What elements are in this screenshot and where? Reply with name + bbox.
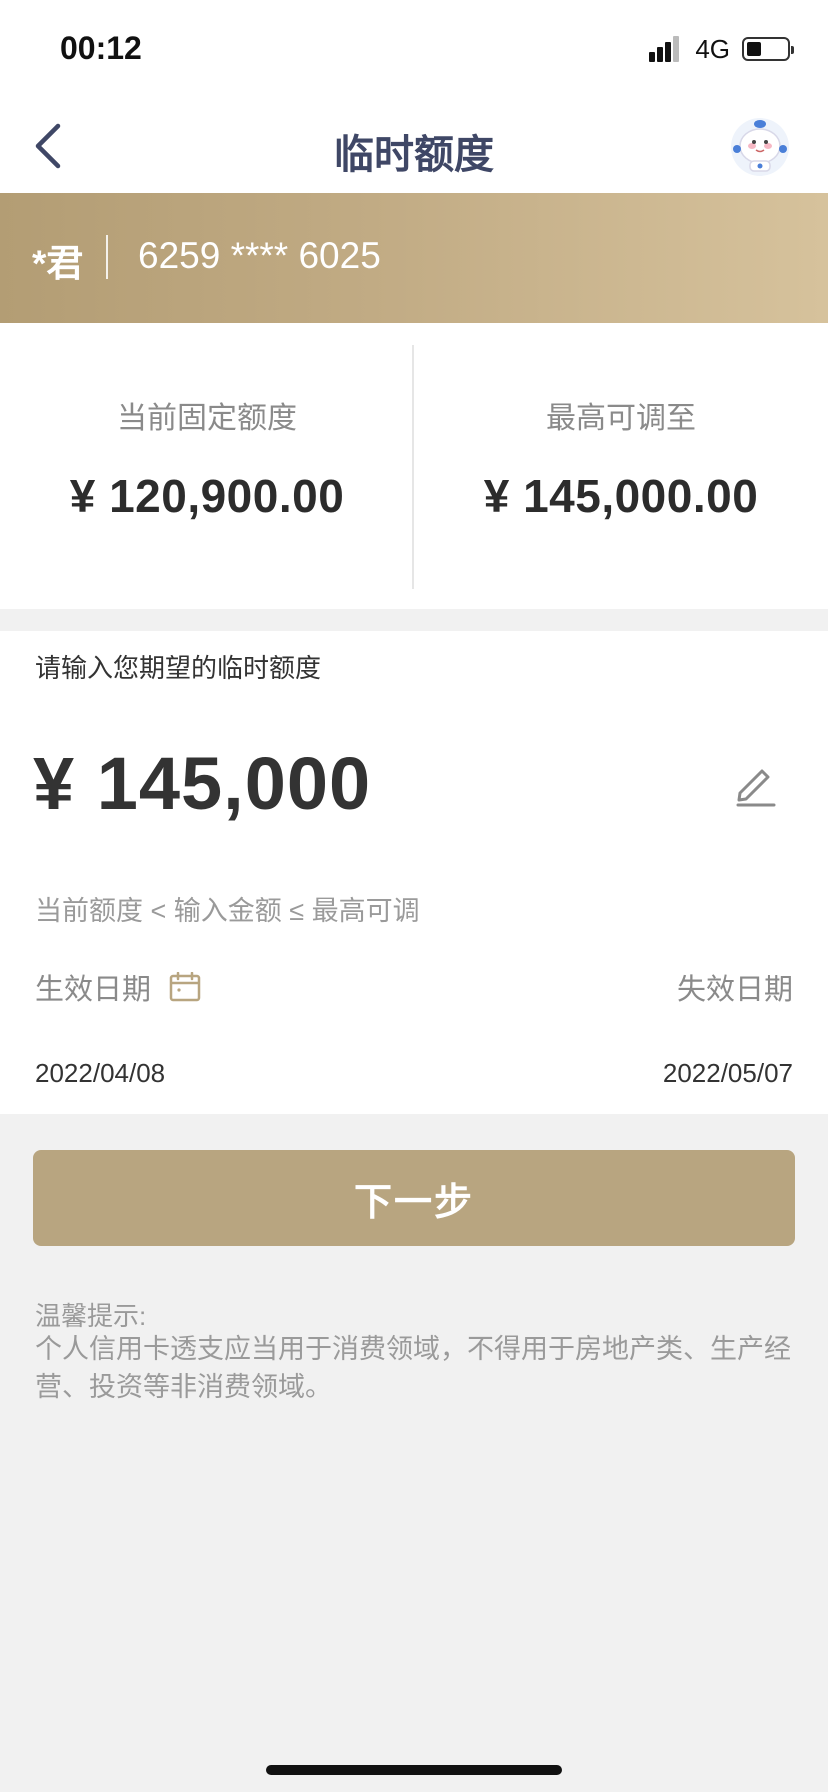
- pencil-icon: [736, 769, 776, 807]
- battery-icon: [742, 37, 794, 61]
- amount-input[interactable]: ¥ 145,000: [33, 741, 371, 826]
- input-panel: 请输入您期望的临时额度 ¥ 145,000 当前额度 < 输入金额 ≤ 最高可调…: [0, 631, 828, 1114]
- next-step-button[interactable]: 下一步: [33, 1150, 795, 1246]
- card-divider: [106, 235, 108, 279]
- max-limit-label: 最高可调至: [546, 402, 696, 435]
- calendar-icon[interactable]: [169, 972, 201, 1002]
- tips-title: 温馨提示:: [35, 1301, 147, 1331]
- status-indicators: 4G: [649, 33, 794, 64]
- card-holder-name: *君: [32, 243, 84, 284]
- max-limit: 最高可调至 ¥ 145,000.00: [414, 323, 828, 609]
- home-indicator[interactable]: [266, 1765, 562, 1775]
- current-limit: 当前固定额度 ¥ 120,900.00: [0, 323, 414, 609]
- edit-button[interactable]: [732, 761, 778, 807]
- current-limit-amount: ¥ 120,900.00: [69, 470, 345, 522]
- effective-date-label-text: 生效日期: [35, 974, 152, 1006]
- amount-prompt: 请输入您期望的临时额度: [35, 653, 322, 683]
- effective-date-label: 生效日期: [35, 966, 201, 1008]
- effective-date-value[interactable]: 2022/04/08: [35, 1058, 165, 1089]
- expiry-date-label: 失效日期: [676, 974, 793, 1006]
- limit-panel: 当前固定额度 ¥ 120,900.00 最高可调至 ¥ 145,000.00: [0, 323, 828, 609]
- expiry-date-value: 2022/05/07: [662, 1058, 793, 1088]
- status-bar: 00:12 4G: [0, 0, 828, 100]
- card-number: 6259 **** 6025: [138, 235, 381, 276]
- nav-bar: 临时额度: [0, 100, 828, 193]
- current-limit-label: 当前固定额度: [117, 402, 297, 435]
- card-banner: *君 6259 **** 6025: [0, 193, 828, 323]
- mascot-avatar-icon[interactable]: [728, 114, 792, 178]
- network-label: 4G: [695, 33, 730, 64]
- range-hint: 当前额度 < 输入金额 ≤ 最高可调: [35, 896, 420, 926]
- max-limit-amount: ¥ 145,000.00: [483, 470, 759, 522]
- page-title: 临时额度: [334, 133, 494, 177]
- tips-body: 个人信用卡透支应当用于消费领域，不得用于房地产类、生产经营、投资等非消费领域。: [35, 1334, 791, 1402]
- signal-icon: [649, 36, 683, 62]
- status-time: 00:12: [60, 30, 142, 66]
